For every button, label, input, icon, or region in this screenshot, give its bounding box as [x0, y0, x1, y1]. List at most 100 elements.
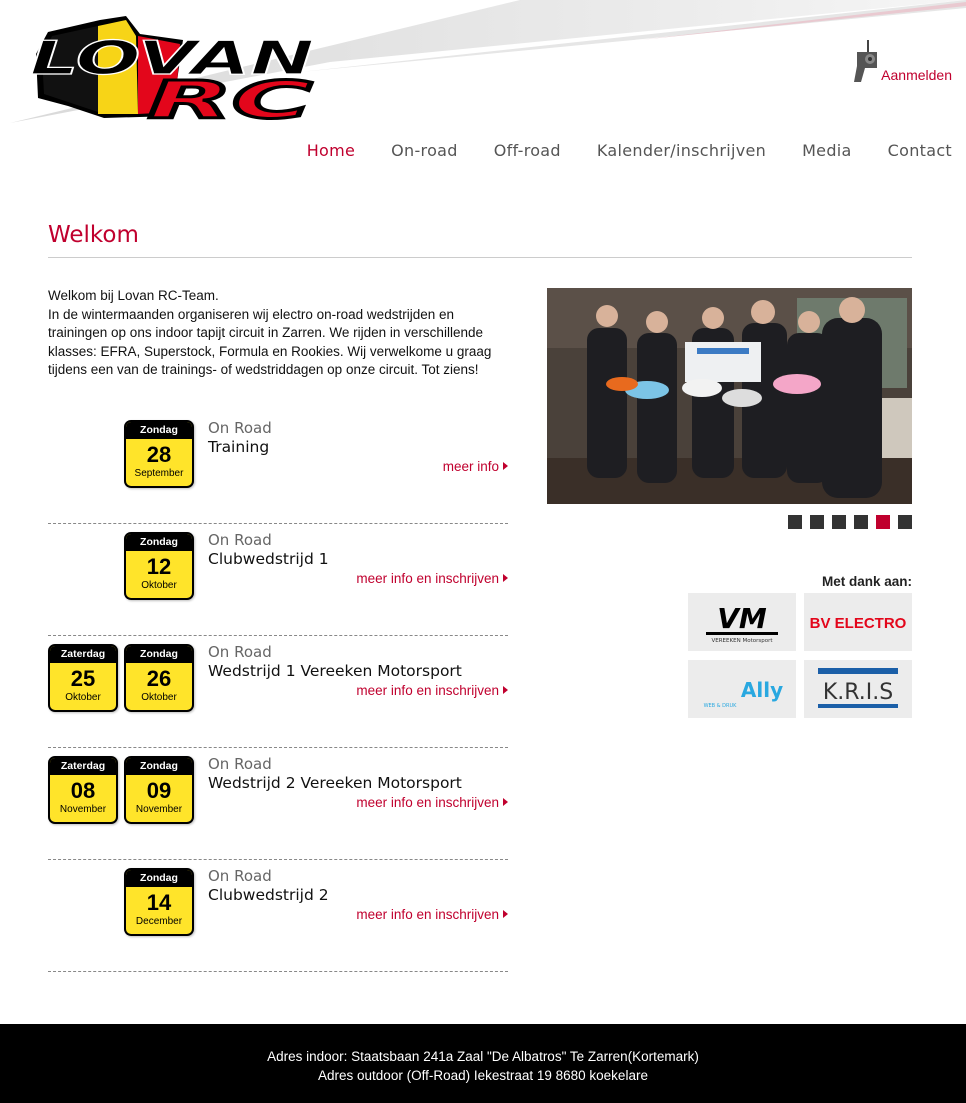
login-link[interactable]: Aanmelden: [851, 38, 952, 84]
badge-weekday: Zondag: [126, 870, 192, 887]
footer-address-indoor: Adres indoor: Staatsbaan 241a Zaal "De A…: [267, 1049, 699, 1064]
event-item: Zondag 12 Oktober On Road Clubwedstrijd …: [48, 524, 508, 636]
badge-day-number: 09: [146, 778, 172, 803]
event-link-label: meer info: [442, 459, 499, 474]
event-link-label: meer info en inschrijven: [356, 571, 499, 586]
badge-day-number: 26: [146, 666, 172, 691]
sponsor-vereeken-motorsport[interactable]: VM VEREEKEN Motorsport: [688, 593, 796, 651]
badge-weekday: Zondag: [126, 758, 192, 775]
lovan-rc-logo[interactable]: LOVAN RC: [8, 14, 328, 129]
slider-dot[interactable]: [788, 515, 802, 529]
badge-day-number: 08: [70, 778, 96, 803]
date-badge: Zondag 09 November: [124, 756, 194, 824]
date-badge: Zaterdag 08 November: [48, 756, 118, 824]
badge-month: December: [135, 916, 183, 927]
event-more-info-link[interactable]: meer info en inschrijven: [356, 571, 508, 586]
badge-month: November: [59, 804, 107, 815]
event-category: On Road: [208, 755, 272, 773]
event-title: Clubwedstrijd 1: [208, 550, 329, 568]
sponsor-logo-text: BV ELECTRO: [810, 615, 907, 632]
date-badge: Zaterdag 25 Oktober: [48, 644, 118, 712]
rc-remote-icon: [854, 40, 878, 82]
intro-line-2: In de wintermaanden organiseren wij elec…: [48, 306, 492, 378]
event-category: On Road: [208, 643, 272, 661]
event-item: Zondag 14 December On Road Clubwedstrijd…: [48, 860, 508, 972]
badge-day-number: 12: [146, 554, 172, 579]
bv-electro-logo: BV ELECTRO: [810, 615, 907, 632]
nav-item-off-road[interactable]: Off-road: [494, 141, 561, 160]
badge-month: Oktober: [141, 692, 177, 703]
date-badge: Zondag 12 Oktober: [124, 532, 194, 600]
event-item: Zaterdag 25 Oktober Zondag 26 Oktober On…: [48, 636, 508, 748]
arrow-right-icon: [503, 574, 508, 582]
sponsors-heading: Met dank aan:: [821, 574, 912, 589]
event-category: On Road: [208, 531, 272, 549]
sponsor-logo-subtext: VEREEKEN Motorsport: [712, 638, 774, 644]
slider-dot[interactable]: [898, 515, 912, 529]
main-nav: Home On-road Off-road Kalender/inschrijv…: [307, 141, 952, 160]
nav-item-on-road[interactable]: On-road: [391, 141, 458, 160]
vereeken-logo: VM VEREEKEN Motorsport: [706, 602, 778, 644]
sponsor-ally[interactable]: Ally WEB & DRUK: [688, 660, 796, 718]
nav-item-kalender[interactable]: Kalender/inschrijven: [597, 141, 766, 160]
event-link-label: meer info en inschrijven: [356, 907, 499, 922]
arrow-right-icon: [503, 462, 508, 470]
nav-item-contact[interactable]: Contact: [888, 141, 952, 160]
event-more-info-link[interactable]: meer info en inschrijven: [356, 683, 508, 698]
event-item: Zondag 28 September On Road Training mee…: [48, 412, 508, 524]
sponsor-kris[interactable]: K.R.I.S: [804, 660, 912, 718]
slider-dots: [788, 515, 912, 529]
logo-text-rc: RC: [148, 71, 312, 129]
badge-day-number: 14: [146, 890, 172, 915]
event-list: Zondag 28 September On Road Training mee…: [48, 412, 508, 972]
event-category: On Road: [208, 867, 272, 885]
footer-address-outdoor: Adres outdoor (Off-Road) Iekestraat 19 8…: [318, 1068, 648, 1083]
badge-day-number: 25: [70, 666, 96, 691]
nav-item-home[interactable]: Home: [307, 141, 355, 160]
page-title: Welkom: [48, 222, 139, 248]
badge-month: September: [134, 468, 184, 479]
date-badge: Zondag 28 September: [124, 420, 194, 488]
sponsor-logo-text: K.R.I.S: [823, 680, 893, 705]
sponsor-bv-electro[interactable]: BV ELECTRO: [804, 593, 912, 651]
site-footer: Adres indoor: Staatsbaan 241a Zaal "De A…: [0, 1024, 966, 1103]
arrow-right-icon: [503, 910, 508, 918]
team-photo[interactable]: [547, 288, 912, 504]
intro-text: Welkom bij Lovan RC-Team. In de winterma…: [48, 287, 510, 380]
badge-weekday: Zaterdag: [50, 646, 116, 663]
intro-line-1: Welkom bij Lovan RC-Team.: [48, 288, 219, 303]
event-title: Wedstrijd 1 Vereeken Motorsport: [208, 662, 462, 680]
slider-dot-active[interactable]: [876, 515, 890, 529]
event-title: Clubwedstrijd 2: [208, 886, 329, 904]
sponsor-logo-text: Ally: [741, 678, 783, 702]
event-title: Training: [208, 438, 270, 456]
event-item: Zaterdag 08 November Zondag 09 November …: [48, 748, 508, 860]
badge-day-number: 28: [146, 442, 172, 467]
slider-dot[interactable]: [854, 515, 868, 529]
slider-dot[interactable]: [810, 515, 824, 529]
event-link-label: meer info en inschrijven: [356, 795, 499, 810]
nav-item-media[interactable]: Media: [802, 141, 852, 160]
ally-logo: Ally WEB & DRUK: [704, 678, 784, 709]
arrow-right-icon: [503, 798, 508, 806]
sponsor-logo-subtext: WEB & DRUK: [704, 703, 738, 709]
badge-month: Oktober: [65, 692, 101, 703]
event-category: On Road: [208, 419, 272, 437]
slider-dot[interactable]: [832, 515, 846, 529]
event-more-info-link[interactable]: meer info en inschrijven: [356, 907, 508, 922]
event-link-label: meer info en inschrijven: [356, 683, 499, 698]
date-badge: Zondag 26 Oktober: [124, 644, 194, 712]
event-more-info-link[interactable]: meer info en inschrijven: [356, 795, 508, 810]
event-more-info-link[interactable]: meer info: [443, 459, 508, 474]
badge-weekday: Zondag: [126, 422, 192, 439]
title-divider: [48, 257, 912, 258]
login-label: Aanmelden: [881, 67, 952, 83]
badge-weekday: Zondag: [126, 646, 192, 663]
badge-month: November: [135, 804, 183, 815]
date-badge: Zondag 14 December: [124, 868, 194, 936]
arrow-right-icon: [503, 686, 508, 694]
kris-logo: K.R.I.S: [818, 668, 898, 708]
badge-weekday: Zondag: [126, 534, 192, 551]
badge-month: Oktober: [141, 580, 177, 591]
sponsor-logo-text: VM: [717, 602, 767, 635]
